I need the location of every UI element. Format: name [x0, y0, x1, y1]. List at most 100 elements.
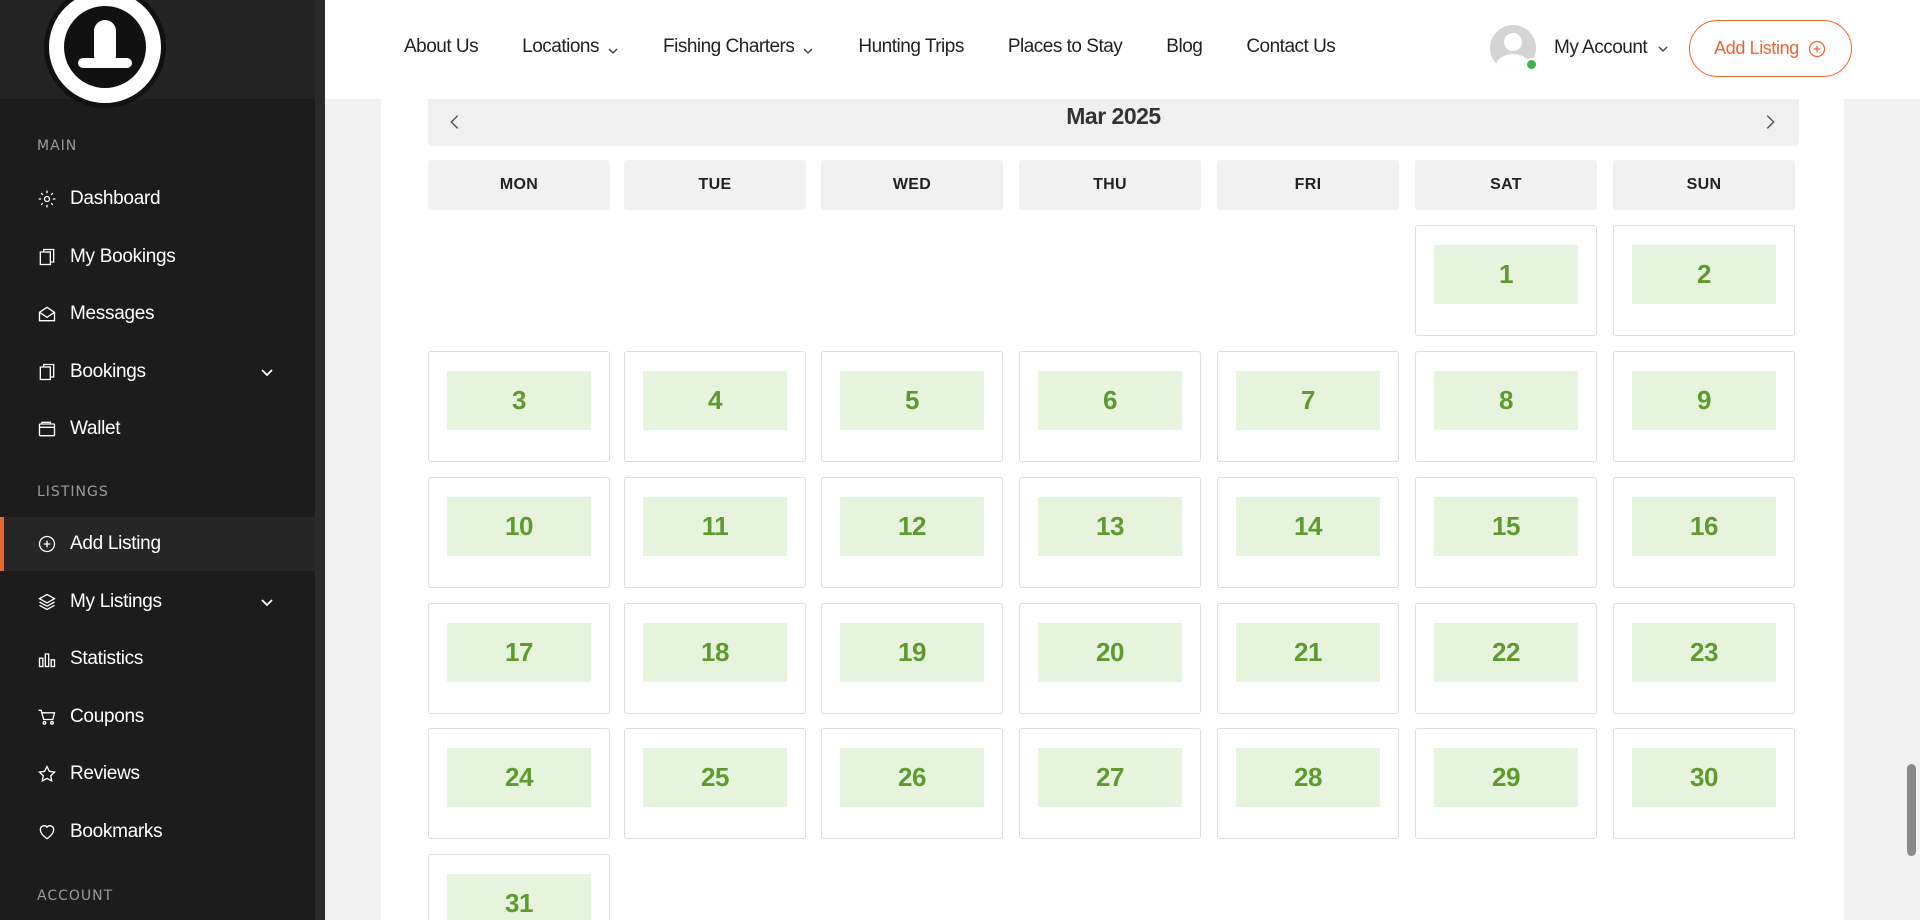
calendar-day-number[interactable]: 26 — [840, 748, 984, 807]
calendar-day-number[interactable]: 11 — [643, 497, 787, 556]
calendar-day[interactable]: 9 — [1613, 351, 1795, 462]
site-logo[interactable] — [44, 0, 166, 108]
calendar-day[interactable]: 1 — [1415, 225, 1597, 336]
weekday-header: TUE — [624, 160, 806, 210]
logo-emblem — [64, 6, 146, 88]
sidebar-item-add-listing[interactable]: Add Listing — [0, 517, 315, 571]
calendar-day-number[interactable]: 25 — [643, 748, 787, 807]
calendar-day-number[interactable]: 14 — [1236, 497, 1380, 556]
calendar-day[interactable]: 30 — [1613, 728, 1795, 839]
calendar-day-number[interactable]: 28 — [1236, 748, 1380, 807]
nav-locations[interactable]: Locations — [522, 36, 619, 58]
calendar-day[interactable]: 17 — [428, 603, 610, 714]
calendar-day[interactable]: 4 — [624, 351, 806, 462]
calendar-day[interactable]: 2 — [1613, 225, 1795, 336]
calendar-day-number[interactable]: 24 — [447, 748, 591, 807]
chevron-down-icon — [607, 41, 619, 55]
calendar-day-number[interactable]: 19 — [840, 623, 984, 682]
nav-hunting-trips[interactable]: Hunting Trips — [858, 36, 964, 58]
calendar-day-number[interactable]: 30 — [1632, 748, 1776, 807]
calendar-day-number[interactable]: 13 — [1038, 497, 1182, 556]
sidebar-item-label: Add Listing — [70, 533, 161, 554]
sidebar-item-bookings[interactable]: Bookings — [0, 345, 315, 399]
calendar-day[interactable]: 15 — [1415, 477, 1597, 588]
calendar-day[interactable]: 20 — [1019, 603, 1201, 714]
sidebar-item-statistics[interactable]: Statistics — [0, 632, 315, 686]
calendar-day-number[interactable]: 12 — [840, 497, 984, 556]
calendar-day[interactable]: 23 — [1613, 603, 1795, 714]
calendar-day-number[interactable]: 2 — [1632, 245, 1776, 304]
calendar-day-number[interactable]: 1 — [1434, 245, 1578, 304]
nav-about-us[interactable]: About Us — [404, 36, 479, 58]
sidebar-item-bookmarks[interactable]: Bookmarks — [0, 805, 315, 859]
plus-circle-icon — [1807, 39, 1827, 59]
account-label: My Account — [1554, 37, 1648, 58]
calendar-day-number[interactable]: 4 — [643, 371, 787, 430]
sidebar-scrollbar[interactable] — [315, 0, 325, 920]
nav-places-to-stay[interactable]: Places to Stay — [1008, 36, 1123, 58]
sidebar-item-messages[interactable]: Messages — [0, 287, 315, 341]
sidebar-item-coupons[interactable]: Coupons — [0, 690, 315, 744]
chevron-down-icon[interactable] — [259, 594, 275, 610]
calendar-day-number[interactable]: 31 — [447, 874, 591, 920]
chevron-down-icon — [1657, 42, 1669, 54]
calendar-day-number[interactable]: 18 — [643, 623, 787, 682]
calendar-day-number[interactable]: 7 — [1236, 371, 1380, 430]
sidebar-item-reviews[interactable]: Reviews — [0, 747, 315, 801]
calendar-day-number[interactable]: 3 — [447, 371, 591, 430]
calendar-day-number[interactable]: 17 — [447, 623, 591, 682]
calendar-day[interactable]: 18 — [624, 603, 806, 714]
calendar-day[interactable]: 16 — [1613, 477, 1795, 588]
nav-fishing-charters[interactable]: Fishing Charters — [663, 36, 814, 58]
calendar-day-number[interactable]: 21 — [1236, 623, 1380, 682]
heart-icon — [36, 821, 58, 843]
sidebar-item-my-bookings[interactable]: My Bookings — [0, 230, 315, 284]
avatar-wrapper — [1490, 25, 1538, 71]
calendar-day[interactable]: 11 — [624, 477, 806, 588]
calendar-day[interactable]: 25 — [624, 728, 806, 839]
calendar-day[interactable]: 28 — [1217, 728, 1399, 839]
calendar-day-number[interactable]: 10 — [447, 497, 591, 556]
calendar-day[interactable]: 12 — [821, 477, 1003, 588]
page-scrollbar-thumb[interactable] — [1907, 764, 1916, 856]
sidebar-item-my-listings[interactable]: My Listings — [0, 575, 315, 629]
account-menu[interactable]: My Account — [1490, 25, 1669, 71]
calendar-day[interactable]: 26 — [821, 728, 1003, 839]
calendar-day[interactable]: 14 — [1217, 477, 1399, 588]
calendar-day[interactable]: 3 — [428, 351, 610, 462]
calendar-day[interactable]: 19 — [821, 603, 1003, 714]
calendar-day-number[interactable]: 9 — [1632, 371, 1776, 430]
calendar-day-number[interactable]: 6 — [1038, 371, 1182, 430]
calendar-day[interactable]: 21 — [1217, 603, 1399, 714]
nav-blog[interactable]: Blog — [1166, 36, 1203, 58]
page-scrollbar[interactable] — [1900, 99, 1920, 920]
calendar-day[interactable]: 22 — [1415, 603, 1597, 714]
calendar-day-number[interactable]: 20 — [1038, 623, 1182, 682]
calendar-day[interactable]: 27 — [1019, 728, 1201, 839]
calendar-day[interactable]: 24 — [428, 728, 610, 839]
calendar-day-number[interactable]: 8 — [1434, 371, 1578, 430]
calendar-day-number[interactable]: 29 — [1434, 748, 1578, 807]
calendar-day-number[interactable]: 15 — [1434, 497, 1578, 556]
chevron-right-icon[interactable] — [1759, 111, 1783, 135]
calendar-day-number[interactable]: 27 — [1038, 748, 1182, 807]
calendar-day-number[interactable]: 22 — [1434, 623, 1578, 682]
sidebar-item-wallet[interactable]: Wallet — [0, 402, 315, 456]
sidebar-item-dashboard[interactable]: Dashboard — [0, 172, 315, 226]
calendar-header: Mar 2025 — [428, 99, 1799, 146]
cart-icon — [36, 706, 58, 728]
calendar-day[interactable]: 5 — [821, 351, 1003, 462]
nav-contact-us[interactable]: Contact Us — [1246, 36, 1335, 58]
add-listing-button[interactable]: Add Listing — [1689, 20, 1852, 77]
chevron-down-icon[interactable] — [259, 364, 275, 380]
calendar-day[interactable]: 8 — [1415, 351, 1597, 462]
calendar-day[interactable]: 6 — [1019, 351, 1201, 462]
calendar-day[interactable]: 13 — [1019, 477, 1201, 588]
calendar-day[interactable]: 7 — [1217, 351, 1399, 462]
calendar-day[interactable]: 31 — [428, 854, 610, 920]
calendar-day-number[interactable]: 23 — [1632, 623, 1776, 682]
calendar-day[interactable]: 29 — [1415, 728, 1597, 839]
calendar-day-number[interactable]: 16 — [1632, 497, 1776, 556]
calendar-day-number[interactable]: 5 — [840, 371, 984, 430]
calendar-day[interactable]: 10 — [428, 477, 610, 588]
